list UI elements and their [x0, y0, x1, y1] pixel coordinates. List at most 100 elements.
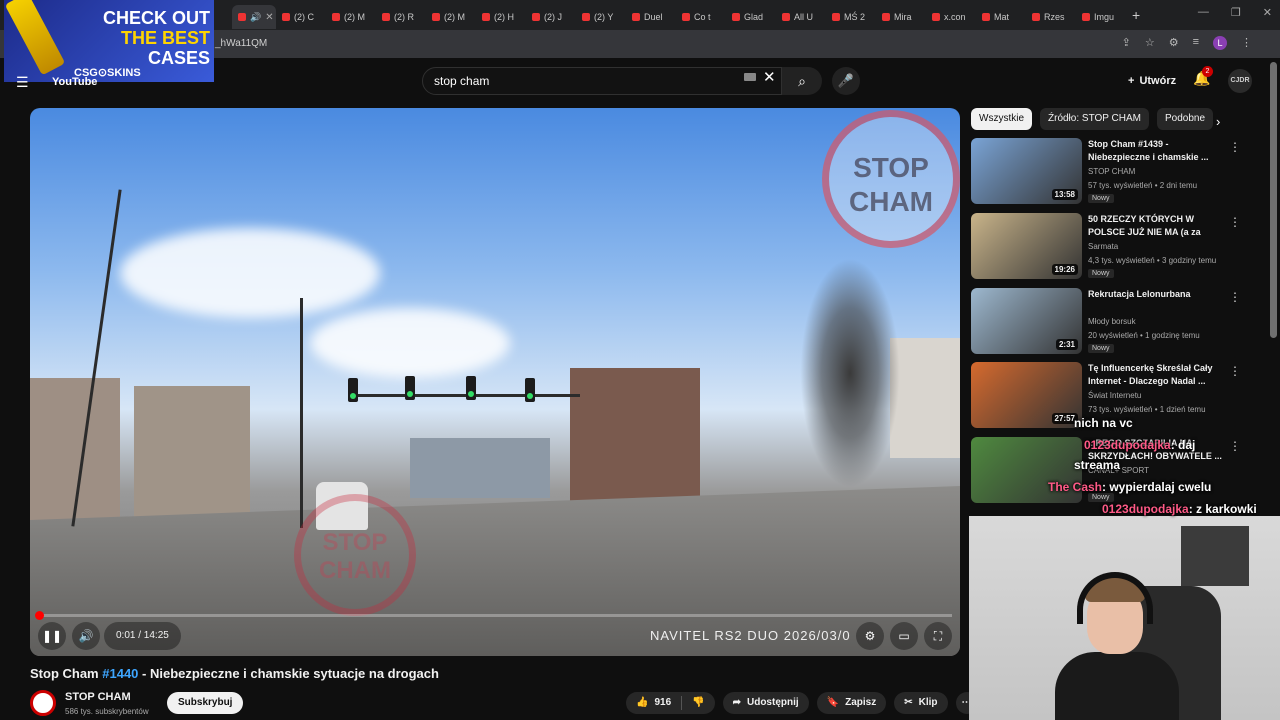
browser-tab[interactable]: (2) R: [376, 5, 426, 29]
browser-tab[interactable]: (2) M: [426, 5, 476, 29]
tab-label: Glad: [744, 12, 764, 22]
recommendation-item[interactable]: 19:26 50 RZECZY KTÓRYCH W POLSCE JUŻ NIE …: [971, 213, 1251, 281]
video-player[interactable]: STOP CHAM STOP CHAM NAVITEL RS2 DUO 2026…: [30, 108, 960, 656]
media-icon[interactable]: ≡: [1193, 36, 1199, 50]
building: [134, 386, 250, 526]
account-avatar[interactable]: CJDR: [1228, 69, 1252, 93]
thumbs-up-icon: 👍: [636, 697, 649, 708]
keyboard-icon[interactable]: [744, 73, 756, 81]
filter-chips: Wszystkie Źródło: STOP CHAM Podobne: [971, 108, 1214, 130]
share-button[interactable]: ➦ Udostępnij: [722, 692, 809, 714]
notifications-bell-icon[interactable]: 🔔 2: [1193, 66, 1213, 87]
chip-all[interactable]: Wszystkie: [971, 108, 1032, 130]
install-app-icon[interactable]: ⇪: [1122, 36, 1131, 50]
bookmark-star-icon[interactable]: ☆: [1145, 36, 1155, 50]
search-button[interactable]: ⌕: [782, 67, 822, 95]
chip-source[interactable]: Źródło: STOP CHAM: [1040, 108, 1149, 130]
tab-favicon-icon: [982, 13, 990, 21]
progress-bar[interactable]: [35, 611, 952, 620]
clear-search-icon[interactable]: ✕: [763, 68, 776, 86]
settings-gear-icon[interactable]: ⚙: [856, 622, 884, 650]
recommendation-channel[interactable]: STOP CHAM: [1088, 167, 1135, 176]
browser-tab[interactable]: (2) J: [526, 5, 576, 29]
recommendation-item[interactable]: 2:31 Rekrutacja Lelonurbana Młody borsuk 20…: [971, 288, 1251, 356]
url-text[interactable]: _hWa11QM: [215, 38, 267, 49]
subscriber-count: 586 tys. subskrybentów: [65, 707, 149, 716]
tab-label: Rzes: [1044, 12, 1065, 22]
extensions-icon[interactable]: ⚙: [1169, 36, 1179, 50]
maximize-icon[interactable]: ❐: [1231, 6, 1241, 19]
browser-tab[interactable]: Rzes: [1026, 5, 1076, 29]
recommendation-title[interactable]: 50 RZECZY KTÓRYCH W POLSCE JUŻ NIE MA (a…: [1088, 213, 1224, 239]
chat-line: streama: [1074, 458, 1121, 472]
video-title-rest: - Niebezpieczne i chamskie sytuacje na d…: [138, 666, 439, 681]
video-thumbnail[interactable]: 19:26: [971, 213, 1082, 279]
volume-icon[interactable]: 🔊: [72, 622, 100, 650]
hamburger-menu-icon[interactable]: ☰: [16, 74, 29, 91]
channel-avatar[interactable]: [30, 690, 56, 716]
close-window-icon[interactable]: ✕: [1263, 6, 1272, 19]
browser-tab[interactable]: MŚ 2: [826, 5, 876, 29]
browser-tab[interactable]: All U: [776, 5, 826, 29]
close-tab-icon[interactable]: ✕: [265, 12, 273, 23]
fullscreen-icon[interactable]: ⛶: [924, 622, 952, 650]
more-options-icon[interactable]: ⋮: [1229, 290, 1241, 304]
browser-tab-active[interactable]: 🔊 ✕: [232, 5, 276, 29]
tab-label: (2) J: [544, 12, 562, 22]
chip-related[interactable]: Podobne: [1157, 108, 1214, 130]
subscribe-button[interactable]: Subskrybuj: [167, 692, 244, 714]
browser-tab[interactable]: Mat: [976, 5, 1026, 29]
miniplayer-icon[interactable]: ▭: [890, 622, 918, 650]
browser-tab[interactable]: Mira: [876, 5, 926, 29]
video-title: Stop Cham #1440 - Niebezpieczne i chamsk…: [30, 666, 439, 681]
video-thumbnail[interactable]: 27:57: [971, 362, 1082, 428]
recommendation-item[interactable]: 13:58 Stop Cham #1439 - Niebezpieczne i c…: [971, 138, 1251, 206]
create-button[interactable]: + Utwórz: [1120, 69, 1184, 93]
clip-button[interactable]: ✂ Klip: [894, 692, 948, 714]
video-hashtag[interactable]: #1440: [102, 666, 138, 681]
browser-tab[interactable]: Glad: [726, 5, 776, 29]
recommendation-meta: 73 tys. wyświetleń • 1 dzień temu: [1088, 405, 1206, 414]
recommendation-channel[interactable]: Świat Internetu: [1088, 391, 1141, 400]
minimize-icon[interactable]: —: [1198, 6, 1209, 19]
save-button[interactable]: 🔖 Zapisz: [816, 692, 887, 714]
browser-tab[interactable]: (2) H: [476, 5, 526, 29]
video-thumbnail[interactable]: 2:31: [971, 288, 1082, 354]
recommendation-channel[interactable]: Młody borsuk: [1088, 317, 1136, 326]
profile-avatar[interactable]: L: [1213, 36, 1227, 50]
pause-icon[interactable]: ❚❚: [38, 622, 66, 650]
building: [410, 438, 550, 498]
browser-menu-icon[interactable]: ⋮: [1241, 36, 1252, 50]
clip-label: Klip: [918, 697, 938, 708]
more-options-icon[interactable]: ⋮: [1229, 364, 1241, 378]
new-badge: Nowy: [1088, 344, 1114, 353]
video-thumbnail[interactable]: 13:58: [971, 138, 1082, 204]
more-options-icon[interactable]: ⋮: [1229, 215, 1241, 229]
recommendation-title[interactable]: Tę Influencerkę Skreślał Cały Internet -…: [1088, 362, 1224, 388]
search-input[interactable]: [434, 74, 734, 88]
page-scrollbar[interactable]: [1270, 62, 1277, 338]
like-button[interactable]: 👍 916 👎: [626, 692, 715, 714]
browser-tab[interactable]: (2) M: [326, 5, 376, 29]
chat-text: : daj: [1170, 438, 1196, 452]
recommendation-title[interactable]: Stop Cham #1439 - Niebezpieczne i chamsk…: [1088, 138, 1224, 164]
tab-label: x.con: [944, 12, 966, 22]
new-tab-icon[interactable]: +: [1132, 7, 1140, 23]
browser-tab[interactable]: x.con: [926, 5, 976, 29]
recommendation-channel[interactable]: Sarmata: [1088, 242, 1118, 251]
browser-tab[interactable]: Co t: [676, 5, 726, 29]
thumbs-down-icon[interactable]: 👎: [692, 692, 704, 714]
browser-tab[interactable]: Duel: [626, 5, 676, 29]
browser-tab[interactable]: Imgu: [1076, 5, 1126, 29]
notification-badge: 2: [1202, 66, 1213, 77]
channel-name[interactable]: STOP CHAM: [65, 691, 131, 703]
more-options-icon[interactable]: ⋮: [1229, 140, 1241, 154]
chevron-right-icon[interactable]: ›: [1216, 114, 1220, 129]
chat-line: 0123dupodajka: z karkowki: [1102, 502, 1257, 516]
voice-search-icon[interactable]: 🎤: [832, 67, 860, 95]
browser-tab[interactable]: (2) C: [276, 5, 326, 29]
browser-tab[interactable]: (2) Y: [576, 5, 626, 29]
youtube-logo[interactable]: YouTube: [52, 76, 97, 88]
recommendation-title[interactable]: Rekrutacja Lelonurbana: [1088, 288, 1224, 301]
more-options-icon[interactable]: ⋮: [1229, 439, 1241, 453]
